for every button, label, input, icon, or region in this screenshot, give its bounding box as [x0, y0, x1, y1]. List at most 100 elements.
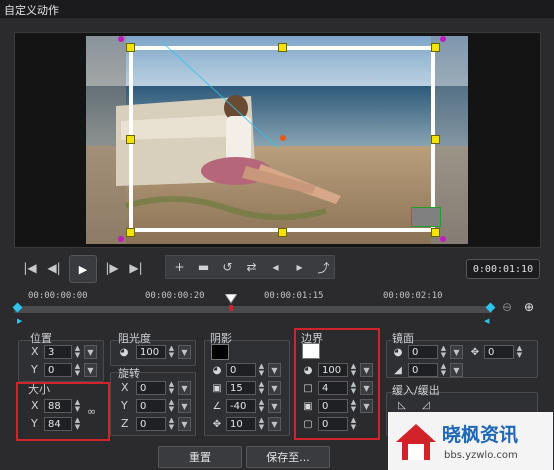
- shadow-blur-input[interactable]: 15: [226, 381, 256, 395]
- border-radius-stepper[interactable]: ▲ ▼: [349, 417, 358, 431]
- border-width-input[interactable]: 4: [318, 381, 348, 395]
- shadow-preview-box[interactable]: [411, 207, 441, 227]
- shadow-color-swatch[interactable]: [211, 344, 229, 360]
- border-radius-input[interactable]: 0: [318, 417, 348, 431]
- shadow-distance-dropdown[interactable]: ▼: [268, 417, 281, 431]
- go-to-end-icon[interactable]: ▶|: [126, 258, 146, 278]
- shadow-opacity-input[interactable]: 0: [226, 363, 256, 377]
- handle-top-left[interactable]: [126, 43, 135, 52]
- handle-bottom-middle[interactable]: [278, 228, 287, 237]
- shadow-distance-stepper[interactable]: ▲ ▼: [257, 417, 266, 431]
- opacity-title: 阻光度: [118, 332, 151, 345]
- previous-frame-icon[interactable]: ◀|: [44, 258, 64, 278]
- shadow-opacity-stepper[interactable]: ▲ ▼: [257, 363, 266, 377]
- handle-middle-right[interactable]: [431, 135, 440, 144]
- size-y-stepper[interactable]: ▲ ▼: [73, 417, 82, 431]
- mirror-offset-input[interactable]: 0: [484, 345, 514, 359]
- rotation-x-input[interactable]: 0: [136, 381, 166, 395]
- rotation-x-dropdown[interactable]: ▼: [178, 381, 191, 395]
- reverse-keyframe-icon[interactable]: ↺: [218, 258, 237, 276]
- size-y-input[interactable]: 84: [44, 417, 72, 431]
- shadow-blur-stepper[interactable]: ▲ ▼: [257, 381, 266, 395]
- mirror-fade-input[interactable]: 0: [408, 363, 438, 377]
- border-color-swatch[interactable]: [302, 343, 320, 359]
- go-to-start-icon[interactable]: |◀: [20, 258, 40, 278]
- next-frame-icon[interactable]: |▶: [102, 258, 122, 278]
- add-keyframe-icon[interactable]: +: [170, 258, 189, 276]
- mirror-opacity-dropdown[interactable]: ▼: [450, 345, 463, 359]
- corner-rotate-bottom-left[interactable]: [118, 236, 124, 242]
- mirror-opacity-input[interactable]: 0: [408, 345, 438, 359]
- keyframe-toolbar: + ▬ ↺ ⇄ ◂ ▸ ⤴: [165, 255, 335, 279]
- border-opacity-stepper[interactable]: ▲ ▼: [349, 363, 358, 377]
- mirror-fade-stepper[interactable]: ▲ ▼: [439, 363, 448, 377]
- move-keyframe-right-icon[interactable]: ▸: [290, 258, 309, 276]
- rotation-z-dropdown[interactable]: ▼: [178, 417, 191, 431]
- reset-button[interactable]: 重置: [158, 446, 242, 468]
- position-y-input[interactable]: 0: [44, 363, 72, 377]
- position-x-input[interactable]: 3: [44, 345, 72, 359]
- mirror-opacity-stepper[interactable]: ▲ ▼: [439, 345, 448, 359]
- center-point[interactable]: [280, 135, 286, 141]
- border-opacity-dropdown[interactable]: ▼: [360, 363, 373, 377]
- shadow-angle-dropdown[interactable]: ▼: [268, 399, 281, 413]
- border-width-stepper[interactable]: ▲ ▼: [349, 381, 358, 395]
- opacity-input[interactable]: 100: [136, 345, 166, 359]
- corner-rotate-top-left[interactable]: [118, 36, 124, 42]
- handle-bottom-right[interactable]: [431, 228, 440, 237]
- opacity-dropdown[interactable]: ▼: [178, 345, 191, 359]
- mirror-offset-stepper[interactable]: ▲ ▼: [515, 345, 524, 359]
- rotation-x-stepper[interactable]: ▲ ▼: [167, 381, 176, 395]
- ease-in-icon[interactable]: ◺: [396, 399, 408, 411]
- rotation-y-dropdown[interactable]: ▼: [178, 399, 191, 413]
- corner-rotate-top-right[interactable]: [440, 36, 446, 42]
- rotation-y-input[interactable]: 0: [136, 399, 166, 413]
- shadow-blur-dropdown[interactable]: ▼: [268, 381, 281, 395]
- save-as-button[interactable]: 保存至...: [246, 446, 330, 468]
- handle-bottom-left[interactable]: [126, 228, 135, 237]
- rotation-y-stepper[interactable]: ▲ ▼: [167, 399, 176, 413]
- shadow-opacity-dropdown[interactable]: ▼: [268, 363, 281, 377]
- position-x-label: X: [31, 345, 39, 358]
- shadow-distance-input[interactable]: 10: [226, 417, 256, 431]
- corner-rotate-bottom-right[interactable]: [440, 236, 446, 242]
- border-width-dropdown[interactable]: ▼: [360, 381, 373, 395]
- range-end-icon[interactable]: ◀: [484, 317, 489, 325]
- mirror-fade-dropdown[interactable]: ▼: [450, 363, 463, 377]
- size-x-stepper[interactable]: ▲ ▼: [73, 399, 82, 413]
- timeline-track[interactable]: [14, 305, 492, 313]
- handle-top-right[interactable]: [431, 43, 440, 52]
- border-blur-input[interactable]: 0: [318, 399, 348, 413]
- position-x-dropdown[interactable]: ▼: [84, 345, 97, 359]
- shadow-blur-icon: ▣: [212, 382, 222, 394]
- remove-keyframe-icon[interactable]: ▬: [194, 258, 213, 276]
- handle-middle-left[interactable]: [126, 135, 135, 144]
- opacity-stepper[interactable]: ▲ ▼: [167, 345, 176, 359]
- shadow-angle-stepper[interactable]: ▲ ▼: [257, 399, 266, 413]
- rotation-z-stepper[interactable]: ▲ ▼: [167, 417, 176, 431]
- shadow-angle-input[interactable]: -40: [226, 399, 256, 413]
- timecode-display[interactable]: 0:00:01:10: [466, 259, 540, 279]
- position-y-dropdown[interactable]: ▼: [84, 363, 97, 377]
- rotation-z-input[interactable]: 0: [136, 417, 166, 431]
- position-y-label: Y: [31, 363, 38, 376]
- play-button[interactable]: ▶: [69, 255, 97, 283]
- position-title: 位置: [30, 332, 52, 345]
- swap-keyframe-icon[interactable]: ⇄: [242, 258, 261, 276]
- border-opacity-input[interactable]: 100: [318, 363, 348, 377]
- range-start-icon[interactable]: ▶: [17, 317, 22, 325]
- mirror-fade-icon: ◢: [394, 364, 402, 376]
- position-x-stepper[interactable]: ▲ ▼: [73, 345, 82, 359]
- handle-top-middle[interactable]: [278, 43, 287, 52]
- size-x-input[interactable]: 88: [44, 399, 72, 413]
- copy-keyframe-icon[interactable]: ⤴: [314, 258, 333, 276]
- link-aspect-icon[interactable]: ∞: [87, 405, 96, 418]
- ease-out-icon[interactable]: ◿: [420, 399, 432, 411]
- border-blur-dropdown[interactable]: ▼: [360, 399, 373, 413]
- opacity-icon: ◕: [119, 346, 129, 358]
- zoom-out-icon[interactable]: ⊖: [502, 300, 516, 314]
- zoom-in-icon[interactable]: ⊕: [524, 300, 538, 314]
- position-y-stepper[interactable]: ▲ ▼: [73, 363, 82, 377]
- border-blur-stepper[interactable]: ▲ ▼: [349, 399, 358, 413]
- move-keyframe-left-icon[interactable]: ◂: [266, 258, 285, 276]
